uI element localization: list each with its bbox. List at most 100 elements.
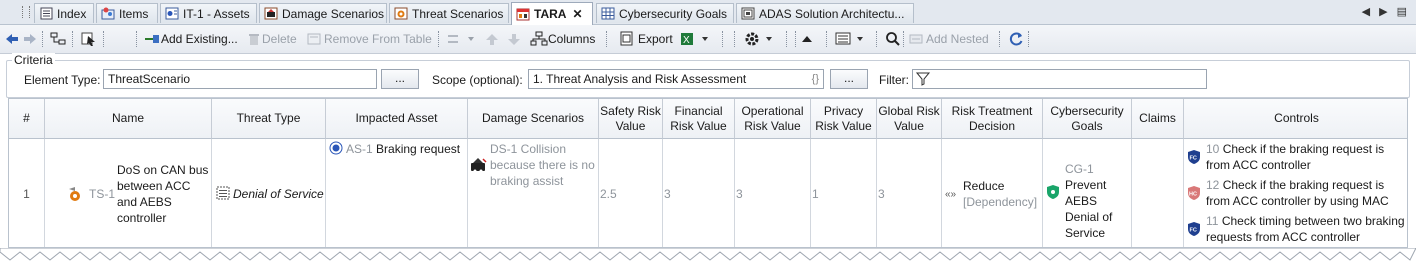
global-risk-cell[interactable]: 3: [877, 139, 942, 247]
export-button[interactable]: Export: [619, 29, 673, 49]
tab-cybersecurity-goals[interactable]: Cybersecurity Goals: [596, 3, 734, 23]
close-tab-icon[interactable]: ✕: [572, 7, 582, 21]
toolbar-separator: [72, 31, 75, 47]
claims-cell[interactable]: [1132, 139, 1184, 247]
element-type-field[interactable]: ThreatScenario: [103, 69, 377, 89]
column-header-privacy-risk[interactable]: Privacy Risk Value: [811, 99, 877, 139]
forward-button[interactable]: [22, 29, 38, 49]
impacted-asset-cell[interactable]: AS-1 Braking request: [326, 139, 468, 247]
control-text: Check if the braking request is from ACC…: [1206, 178, 1389, 208]
move-down-button[interactable]: [506, 29, 522, 49]
svg-text:HC: HC: [1189, 192, 1197, 198]
column-header-risk-treatment[interactable]: Risk Treatment Decision: [942, 99, 1043, 139]
settings-button[interactable]: [744, 29, 778, 49]
column-header-number[interactable]: #: [9, 99, 45, 139]
add-nested-button[interactable]: Add Nested: [908, 29, 989, 49]
select-button[interactable]: [80, 29, 98, 49]
column-header-controls[interactable]: Controls: [1184, 99, 1407, 139]
filter-label: Filter:: [879, 73, 909, 87]
element-type-label: Element Type:: [24, 73, 101, 87]
index-icon: [39, 7, 53, 20]
back-button[interactable]: [4, 29, 20, 49]
collapse-button[interactable]: [800, 29, 814, 49]
column-header-global-risk[interactable]: Global Risk Value: [877, 99, 942, 139]
toolbar-separator: [795, 31, 798, 47]
threat-type-value: Denial of Service: [233, 187, 324, 201]
tab-tara[interactable]: TARA ✕: [511, 2, 593, 25]
column-header-operational-risk[interactable]: Operational Risk Value: [735, 99, 811, 139]
control-item: 10 Check if the braking request is from …: [1206, 141, 1406, 173]
tab-items[interactable]: Items: [96, 3, 158, 23]
control-hc-icon: HC: [1188, 186, 1200, 200]
tab-index[interactable]: Index: [34, 3, 94, 23]
remove-from-table-button[interactable]: Remove From Table: [306, 29, 432, 49]
threat-type-cell[interactable]: Denial of Service: [212, 139, 326, 247]
tab-bar-grip[interactable]: [22, 6, 30, 18]
dependency-icon: «»: [945, 189, 957, 200]
column-header-safety-risk[interactable]: Safety Risk Value: [599, 99, 663, 139]
select-cursor-icon: [81, 32, 95, 46]
view-mode-button[interactable]: [835, 29, 867, 49]
scope-label: Scope (optional):: [432, 73, 523, 87]
hierarchy-button[interactable]: [49, 29, 67, 49]
columns-label: Columns: [548, 32, 596, 46]
scope-field[interactable]: 1. Threat Analysis and Risk Assessment {…: [528, 69, 824, 89]
risk-treatment-cell[interactable]: «» Reduce [Dependency]: [942, 139, 1043, 247]
toolbar-separator: [786, 31, 789, 47]
damage-scenarios-cell[interactable]: DS-1 Collision because there is no braki…: [468, 139, 599, 247]
tab-threat-scenarios[interactable]: Threat Scenarios: [389, 3, 509, 23]
table-toolbar: Add Existing... Delete Remove From Table…: [0, 25, 1416, 54]
export-excel-button[interactable]: X: [680, 29, 710, 49]
column-header-name[interactable]: Name: [45, 99, 212, 139]
move-up-button[interactable]: [484, 29, 500, 49]
tab-label: Cybersecurity Goals: [619, 6, 728, 21]
column-header-impacted-asset[interactable]: Impacted Asset: [326, 99, 468, 139]
toolbar-separator: [1028, 31, 1031, 47]
threat-id: TS-1: [89, 187, 116, 201]
toolbar-separator: [826, 31, 829, 47]
search-button[interactable]: [885, 29, 901, 49]
add-nested-icon: [909, 34, 923, 44]
scope-browse-button[interactable]: ...: [830, 69, 868, 89]
financial-risk-cell[interactable]: 3: [663, 139, 735, 247]
add-existing-button[interactable]: Add Existing...: [143, 29, 238, 49]
columns-button[interactable]: Columns: [530, 29, 595, 49]
operational-risk-value: 3: [736, 187, 743, 201]
element-type-browse-button[interactable]: ...: [381, 69, 419, 89]
arrow-right-icon: [24, 34, 36, 44]
gear-icon: [745, 32, 772, 46]
scope-expression-icon[interactable]: {}: [812, 70, 819, 88]
tab-adas-architecture[interactable]: ADAS Solution Architectu...: [736, 3, 914, 23]
column-header-damage-scenarios[interactable]: Damage Scenarios: [468, 99, 599, 139]
tab-damage-scenarios[interactable]: Damage Scenarios: [259, 3, 387, 23]
safety-risk-cell[interactable]: 2.5: [599, 139, 663, 247]
global-risk-value: 3: [878, 187, 885, 201]
refresh-button[interactable]: [1008, 29, 1024, 49]
threat-name: DoS on CAN bus between ACC and AEBS cont…: [117, 163, 209, 225]
privacy-risk-cell[interactable]: 1: [811, 139, 877, 247]
cybersecurity-goals-cell[interactable]: CG-1 Prevent AEBS Denial of Service: [1043, 139, 1132, 247]
threat-scenarios-icon: [394, 7, 408, 20]
asset-name: Braking request: [376, 142, 461, 156]
column-header-cybersecurity-goals[interactable]: Cybersecurity Goals: [1043, 99, 1132, 139]
filter-field[interactable]: [912, 69, 1207, 89]
move-button[interactable]: [446, 29, 476, 49]
column-header-threat-type[interactable]: Threat Type: [212, 99, 326, 139]
tab-assets[interactable]: IT-1 - Assets: [160, 3, 257, 23]
tab-navigation[interactable]: ◀ ▶ ▤: [1362, 5, 1410, 18]
tab-label: Damage Scenarios: [282, 6, 385, 21]
name-cell[interactable]: TS-1 DoS on CAN bus between ACC and AEBS…: [45, 139, 212, 247]
controls-cell[interactable]: FC 10 Check if the braking request is fr…: [1184, 139, 1407, 247]
scope-value: 1. Threat Analysis and Risk Assessment: [533, 72, 747, 86]
operational-risk-cell[interactable]: 3: [735, 139, 811, 247]
column-header-claims[interactable]: Claims: [1132, 99, 1184, 139]
damage-scenario-text: DS-1 Collision because there is no braki…: [490, 142, 595, 188]
export-label: Export: [638, 32, 673, 46]
shield-icon: [1047, 185, 1059, 199]
toolbar-separator: [722, 31, 725, 47]
add-existing-label: Add Existing...: [161, 32, 238, 46]
tab-label: IT-1 - Assets: [183, 6, 250, 21]
delete-button[interactable]: Delete: [246, 29, 297, 49]
column-header-financial-risk[interactable]: Financial Risk Value: [663, 99, 735, 139]
trash-icon: [249, 34, 259, 45]
